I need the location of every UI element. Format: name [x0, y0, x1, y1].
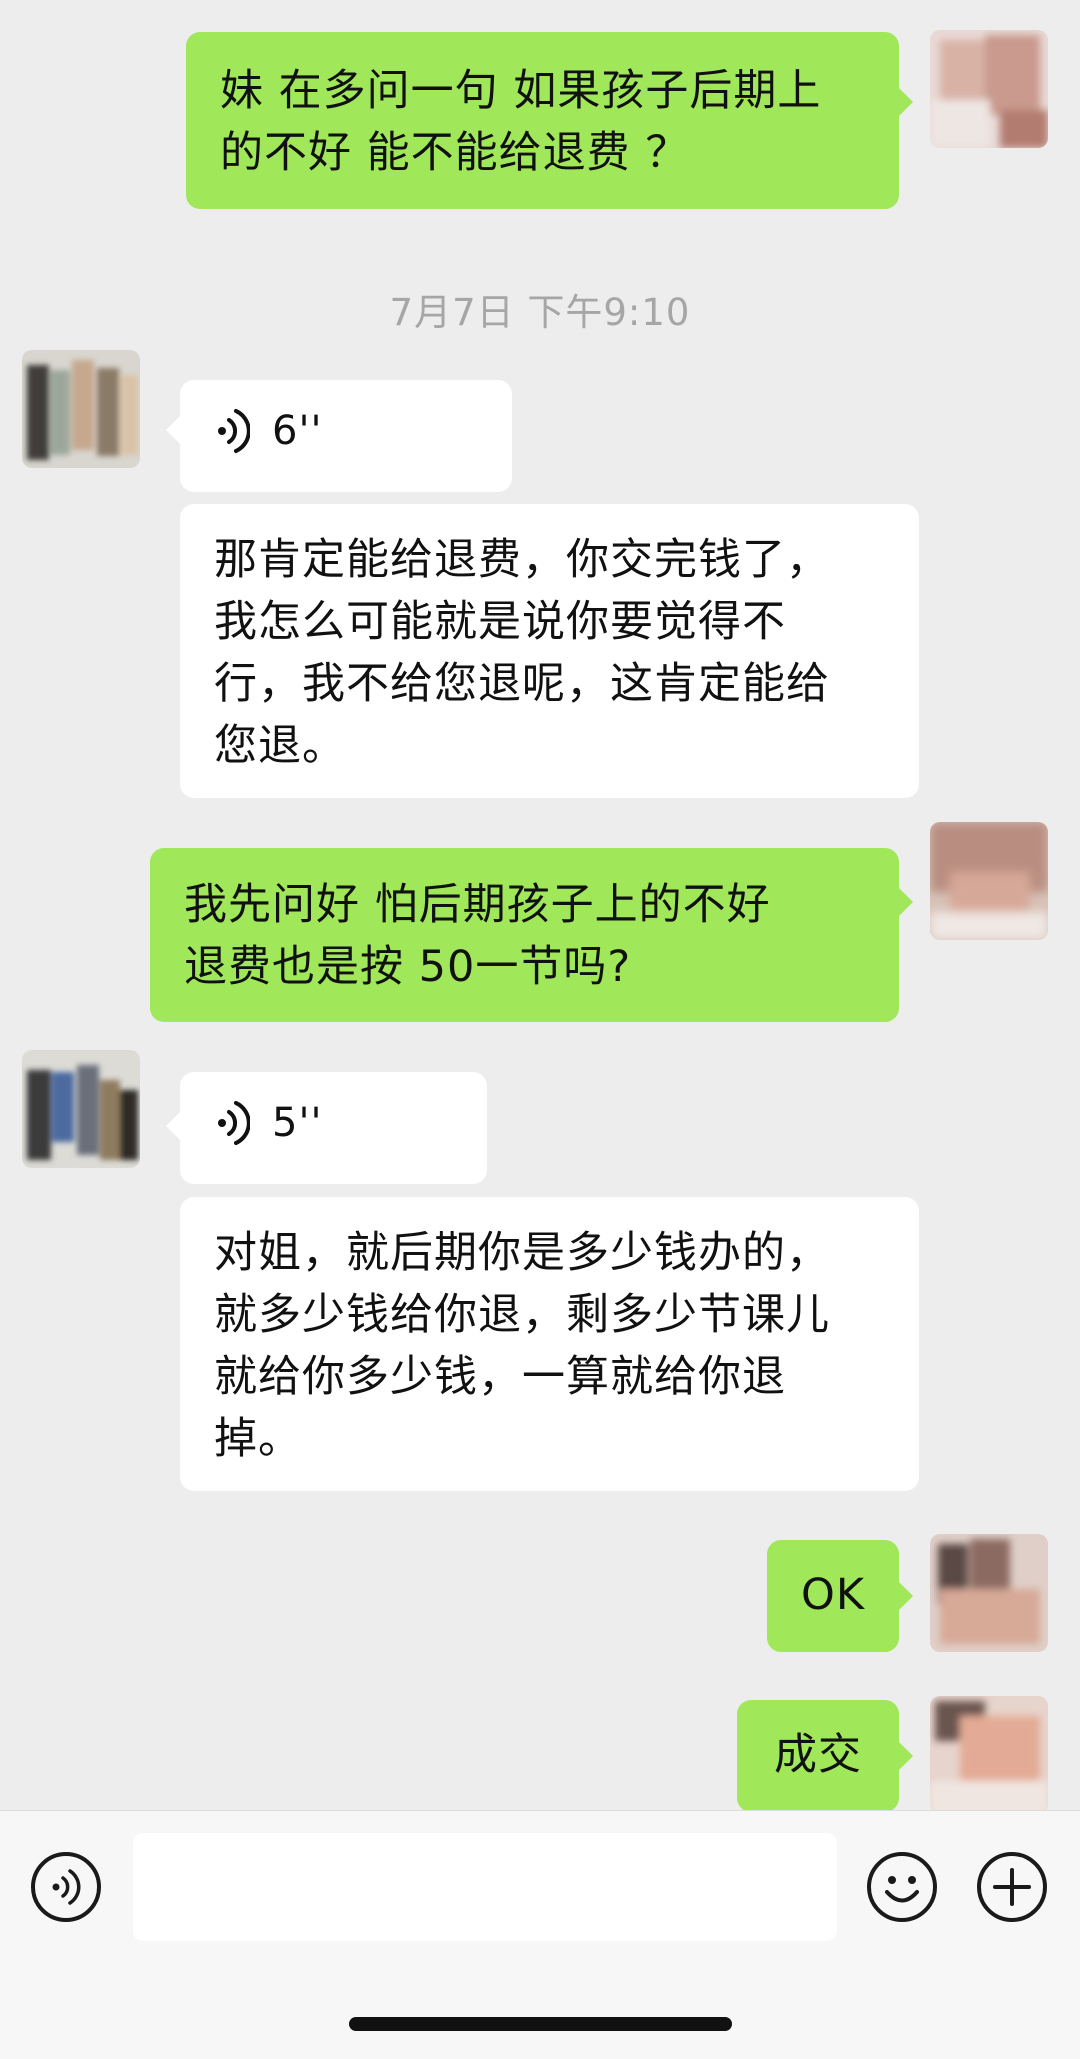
home-indicator: [349, 2017, 732, 2031]
plus-icon[interactable]: [976, 1851, 1048, 1923]
message-bubble-incoming[interactable]: 那肯定能给退费，你交完钱了， 我怎么可能就是说你要觉得不 行，我不给您退呢，这肯…: [180, 504, 919, 798]
voice-wave-icon: [218, 1101, 250, 1145]
avatar-contact[interactable]: [22, 350, 140, 468]
avatar-self[interactable]: [930, 1534, 1048, 1652]
voice-duration: 6'': [272, 408, 323, 454]
voice-wave-icon: [218, 409, 250, 453]
message-line: 成交: [774, 1730, 862, 1780]
message-bubble-outgoing[interactable]: 成交: [737, 1700, 899, 1810]
message-line: 我怎么可能就是说你要觉得不: [214, 597, 786, 647]
message-line: 那肯定能给退费，你交完钱了，: [214, 535, 830, 585]
bubble-tail: [899, 1742, 913, 1770]
message-line: 我先问好 怕后期孩子上的不好: [184, 880, 771, 930]
message-line: 就给你多少钱，一算就给你退: [214, 1352, 786, 1402]
avatar-contact[interactable]: [22, 1050, 140, 1168]
voice-duration: 5'': [272, 1100, 323, 1146]
message-line: 就多少钱给你退，剩多少节课儿: [214, 1290, 830, 1340]
message-bubble-outgoing[interactable]: 我先问好 怕后期孩子上的不好 退费也是按 50一节吗?: [150, 848, 899, 1022]
emoji-icon[interactable]: [866, 1851, 938, 1923]
message-bubble-outgoing[interactable]: 妹 在多问一句 如果孩子后期上 的不好 能不能给退费 ？: [186, 32, 899, 209]
voice-icon[interactable]: [30, 1851, 102, 1923]
message-line: OK: [800, 1570, 866, 1620]
avatar-self[interactable]: [930, 822, 1048, 940]
avatar-self[interactable]: [930, 30, 1048, 148]
avatar-self[interactable]: [930, 1696, 1048, 1810]
message-bubble-outgoing[interactable]: OK: [767, 1540, 899, 1652]
message-line: 对姐，就后期你是多少钱办的，: [214, 1228, 830, 1278]
chat-area[interactable]: 妹 在多问一句 如果孩子后期上 的不好 能不能给退费 ？ 7月7日 下午9:10: [0, 0, 1080, 1810]
message-line: 退费也是按 50一节吗?: [184, 942, 632, 992]
message-line: 您退。: [214, 721, 346, 771]
message-input[interactable]: [133, 1833, 837, 1941]
message-line: 行，我不给您退呢，这肯定能给: [214, 659, 830, 709]
message-line: 的不好 能不能给退费 ？: [220, 128, 690, 178]
timestamp: 7月7日 下午9:10: [389, 291, 691, 334]
message-line: 妹 在多问一句 如果孩子后期上: [220, 66, 822, 116]
voice-message-bubble[interactable]: 5'': [180, 1072, 487, 1184]
bubble-tail: [899, 1582, 913, 1610]
bubble-tail: [899, 888, 913, 916]
bubble-tail: [166, 1112, 180, 1140]
bubble-tail: [166, 416, 180, 444]
message-bubble-incoming[interactable]: 对姐，就后期你是多少钱办的， 就多少钱给你退，剩多少节课儿 就给你多少钱，一算就…: [180, 1197, 919, 1491]
voice-message-bubble[interactable]: 6'': [180, 380, 512, 492]
message-line: 掉。: [214, 1414, 302, 1464]
bubble-tail: [899, 88, 913, 116]
